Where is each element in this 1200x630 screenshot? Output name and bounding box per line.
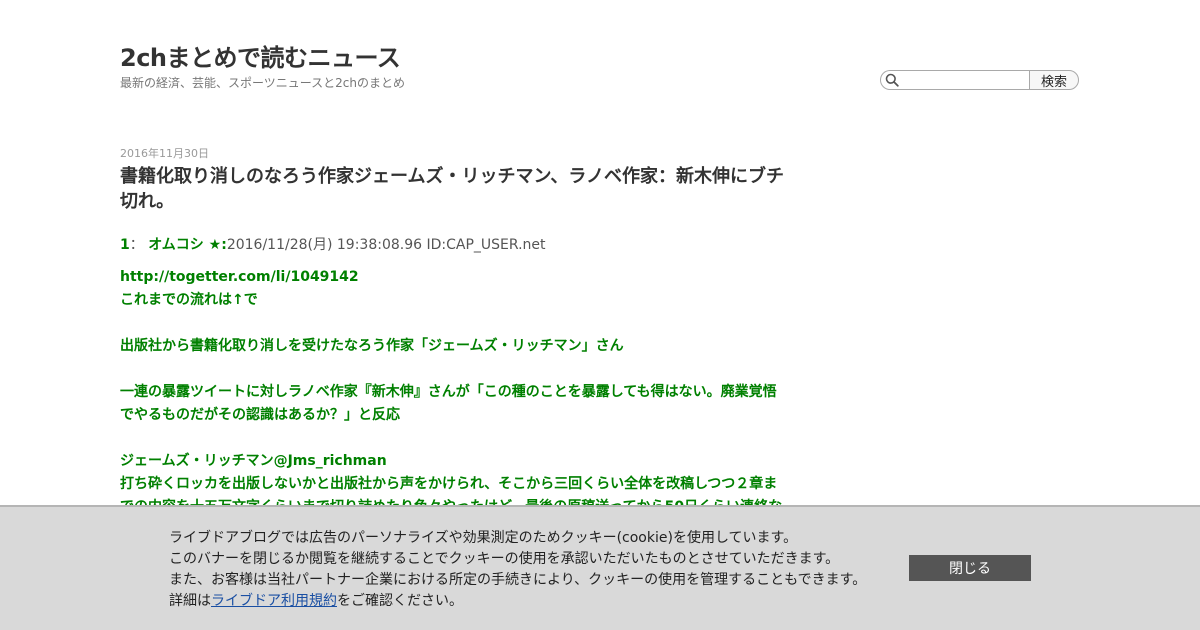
article-date: 2016年11月30日 [120,147,209,160]
post-body: http://togetter.com/li/1049142 これまでの流れは↑… [120,266,790,542]
body-blank [120,312,790,335]
post-header: 1： オムコシ ★:2016/11/28(月) 19:38:08.96 ID:C… [120,234,546,254]
site-description: 最新の経済、芸能、スポーツニュースと2chのまとめ [120,76,405,90]
terms-link[interactable]: ライブドア利用規約 [211,593,337,609]
site-title[interactable]: 2chまとめで読むニュース [120,38,401,73]
body-line-2: 出版社から書籍化取り消しを受けたなろう作家「ジェームズ・リッチマン」さん [120,338,624,354]
cookie-line-3: また、お客様は当社パートナー企業における所定の手続きにより、クッキーの使用を管理… [169,572,867,588]
source-link[interactable]: http://togetter.com/li/1049142 [120,269,359,285]
post-meta: 2016/11/28(月) 19:38:08.96 ID:CAP_USER.ne… [226,237,546,253]
search-icon [885,73,899,87]
body-blank [120,427,790,450]
close-banner-button[interactable]: 閉じる [909,555,1031,581]
article-title[interactable]: 書籍化取り消しのなろう作家ジェームズ・リッチマン、ラノベ作家：新木伸にブチ切れ。 [120,164,800,214]
search-button[interactable]: 検索 [1029,70,1079,90]
cookie-notice-text: ライブドアブログでは広告のパーソナライズや効果測定のためクッキー(cookie)… [169,528,866,612]
body-blank [120,358,790,381]
search-form: 検索 [880,70,1079,90]
cookie-line-4-prefix: 詳細は [169,593,211,609]
cookie-line-2: このバナーを閉じるか閲覧を継続することでクッキーの使用を承認いただいたものとさせ… [169,551,840,567]
post-author-name: オムコシ ★: [148,237,227,253]
search-input[interactable] [901,72,1023,88]
cookie-line-4: 詳細はライブドア利用規約をご確認ください。 [169,591,866,612]
body-line-1: これまでの流れは↑で [120,292,258,308]
cookie-banner: ライブドアブログでは広告のパーソナライズや効果測定のためクッキー(cookie)… [0,505,1200,630]
cookie-line-1: ライブドアブログでは広告のパーソナライズや効果測定のためクッキー(cookie)… [169,530,798,546]
page: 2chまとめで読むニュース 最新の経済、芸能、スポーツニュースと2chのまとめ … [0,0,1200,630]
search-box[interactable] [880,70,1029,90]
post-number: 1 [120,237,130,253]
post-separator: ： [129,237,144,253]
body-line-4: ジェームズ・リッチマン@Jms_richman [120,453,387,469]
body-line-3: 一連の暴露ツイートに対しラノベ作家『新木伸』さんが「この種のことを暴露しても得は… [120,384,777,423]
cookie-line-4-suffix: をご確認ください。 [337,593,463,609]
